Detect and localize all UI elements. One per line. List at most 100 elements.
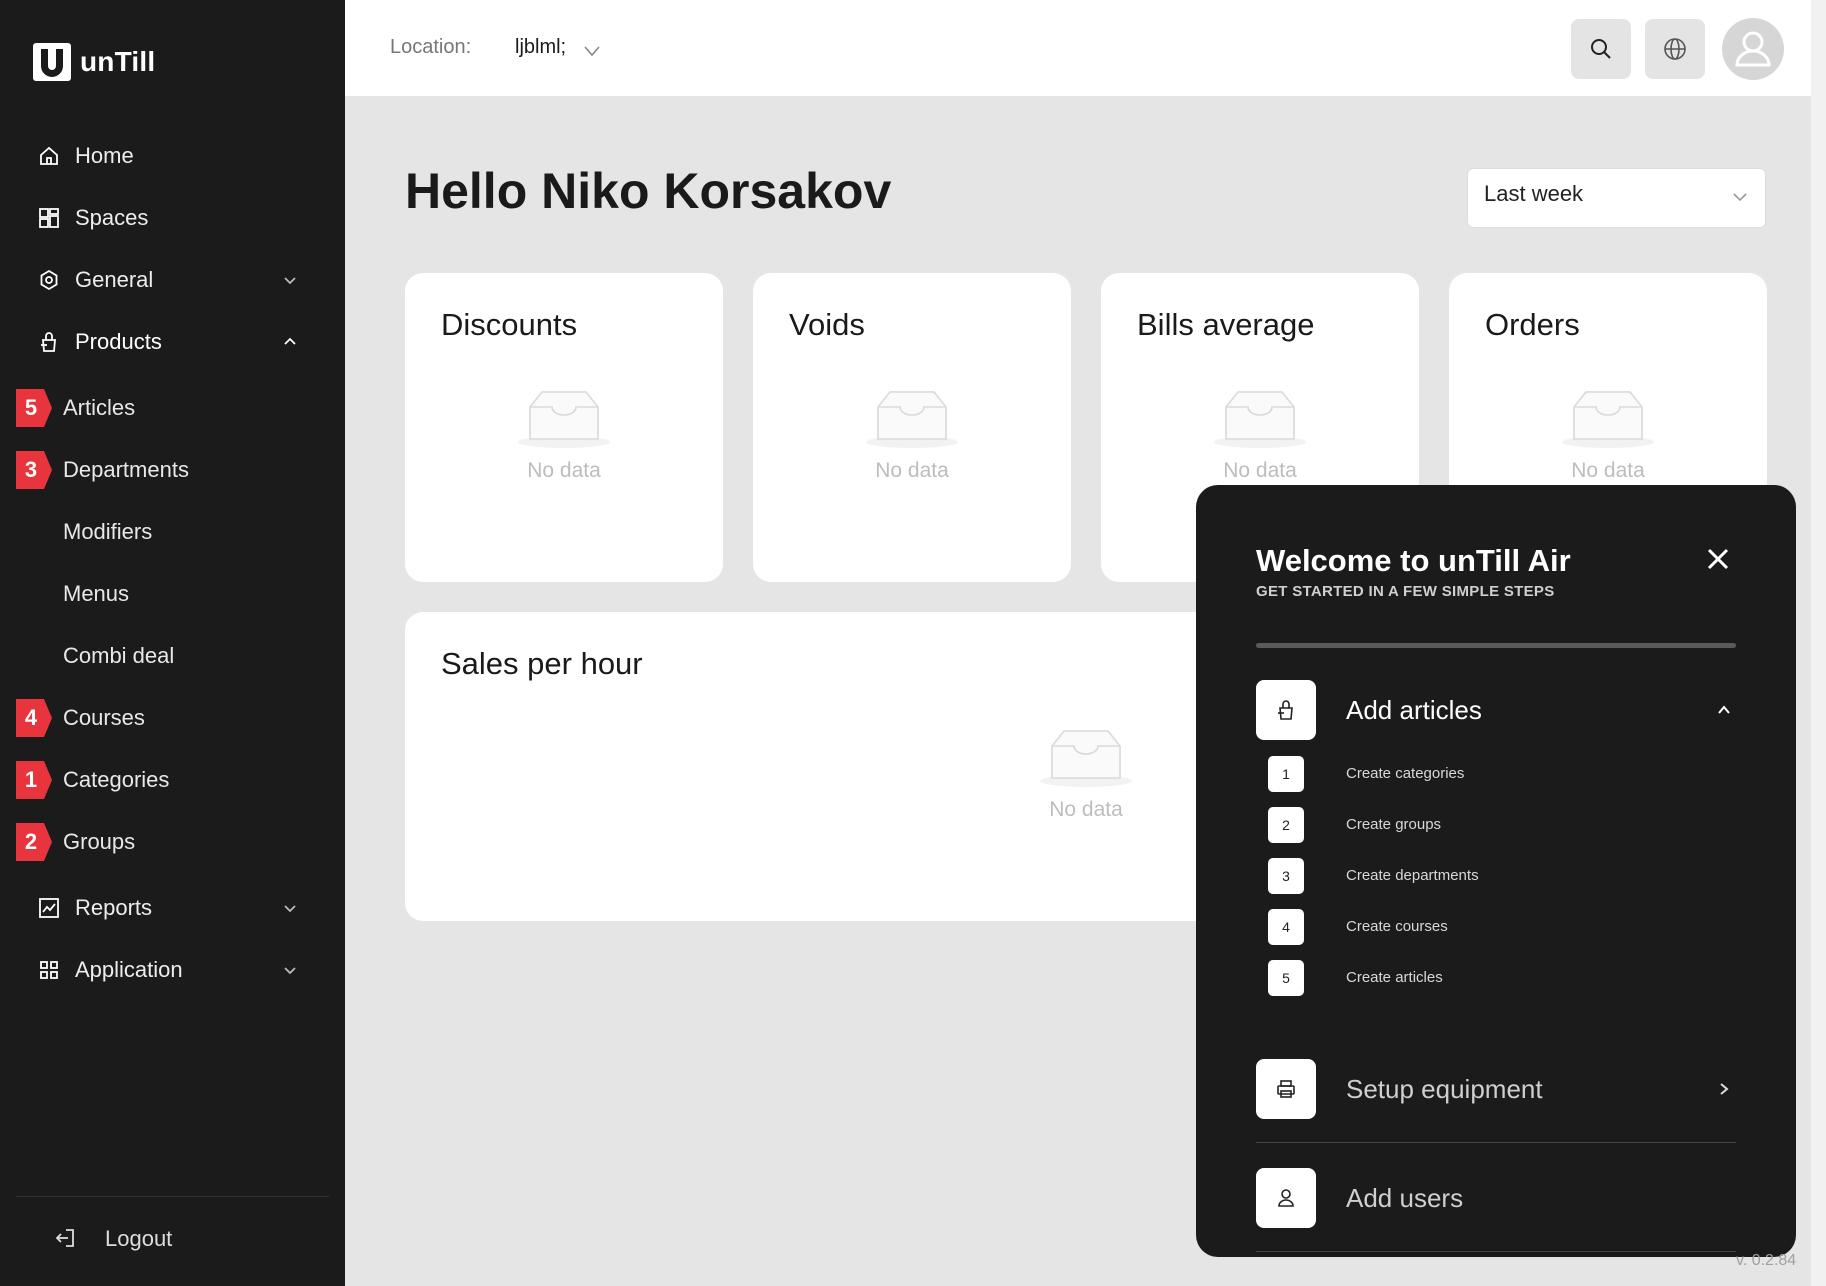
brand-name: unTill: [80, 46, 156, 77]
period-select[interactable]: Last week: [1467, 168, 1766, 228]
sidebar-subitem-courses[interactable]: 4 Courses: [0, 690, 345, 746]
sidebar-subitem-modifiers[interactable]: Modifiers: [0, 504, 345, 560]
chevron-down-icon: [284, 905, 296, 913]
logout-button[interactable]: Logout: [0, 1210, 345, 1266]
card-title: Orders: [1485, 307, 1580, 342]
sidebar-item-spaces[interactable]: Spaces: [0, 190, 345, 246]
empty-state: No data: [1200, 389, 1320, 483]
empty-state: No data: [852, 389, 972, 483]
search-icon: [1591, 39, 1611, 59]
chevron-right-icon: [1720, 1083, 1729, 1095]
step-divider: [1256, 1251, 1736, 1252]
substep-number: 1: [1268, 756, 1304, 792]
discounts-card: Discounts No data: [405, 273, 723, 582]
sidebar-item-label: Spaces: [75, 205, 149, 230]
user-avatar[interactable]: [1722, 18, 1784, 80]
top-bar: Location: ljblml;: [345, 0, 1826, 96]
step-add-articles[interactable]: Add articles: [1256, 680, 1736, 740]
step-setup-equipment[interactable]: Setup equipment: [1256, 1059, 1736, 1119]
step-label: Add articles: [1346, 695, 1482, 725]
sidebar-item-products[interactable]: Products: [0, 314, 345, 370]
substep-label: Create departments: [1346, 867, 1479, 884]
search-button[interactable]: [1571, 19, 1631, 79]
close-icon[interactable]: [1704, 545, 1732, 573]
empty-inbox-icon: [1040, 730, 1132, 787]
sidebar-subitem-label: Categories: [63, 767, 170, 792]
printer-icon: [1277, 1080, 1295, 1098]
empty-inbox-icon: [866, 391, 958, 448]
sidebar-subitem-label: Courses: [63, 705, 145, 730]
no-data-label: No data: [1049, 798, 1123, 821]
sidebar-item-label: General: [75, 267, 154, 292]
logout-label: Logout: [105, 1226, 173, 1251]
sidebar-subitem-articles[interactable]: 5 Articles: [0, 380, 345, 436]
empty-inbox-icon: [518, 391, 610, 448]
general-icon: [40, 269, 58, 291]
sidebar-item-general[interactable]: General: [0, 252, 345, 308]
onboarding-panel: Welcome to unTill Air GET STARTED IN A F…: [1196, 485, 1796, 1257]
onboarding-subtitle: GET STARTED IN A FEW SIMPLE STEPS: [1256, 583, 1555, 600]
location-select[interactable]: ljblml;: [515, 36, 566, 59]
step-add-users[interactable]: Add users: [1256, 1168, 1736, 1228]
logout-icon: [55, 1229, 74, 1247]
sidebar-item-reports[interactable]: Reports: [0, 880, 345, 936]
sidebar-item-home[interactable]: Home: [0, 128, 345, 184]
step-label: Setup equipment: [1346, 1074, 1543, 1104]
sidebar-subitem-label: Departments: [63, 457, 189, 482]
page-scrollbar[interactable]: [1811, 0, 1826, 1286]
onboarding-title: Welcome to unTill Air: [1256, 543, 1571, 578]
step-label: Add users: [1346, 1183, 1464, 1213]
substep-create-groups[interactable]: 2 Create groups: [1268, 807, 1668, 843]
substep-create-courses[interactable]: 4 Create courses: [1268, 909, 1668, 945]
card-title: Voids: [789, 307, 865, 342]
sidebar-subitem-label: Articles: [63, 395, 136, 420]
location-label: Location:: [390, 36, 472, 58]
globe-icon: [1664, 38, 1686, 60]
substep-label: Create groups: [1346, 816, 1442, 833]
sidebar-item-label: Reports: [75, 895, 153, 920]
untill-logo-icon: [33, 43, 71, 81]
substep-label: Create courses: [1346, 918, 1448, 935]
app-version: v. 0.2.84: [1736, 1252, 1797, 1269]
sidebar-divider: [16, 1196, 329, 1197]
step-badge: 1: [16, 761, 52, 799]
spaces-icon: [39, 208, 59, 228]
step-badge: 2: [16, 823, 52, 861]
step-badge: 4: [16, 699, 52, 737]
no-data-label: No data: [1223, 459, 1297, 482]
substep-number: 4: [1268, 909, 1304, 945]
substep-number: 3: [1268, 858, 1304, 894]
substep-create-articles[interactable]: 5 Create articles: [1268, 960, 1668, 996]
sidebar-subitem-departments[interactable]: 3 Departments: [0, 442, 345, 498]
step-badge: 5: [16, 389, 52, 427]
sidebar-item-application[interactable]: Application: [0, 942, 345, 998]
home-icon: [40, 146, 58, 165]
sidebar-subitem-combi-deal[interactable]: Combi deal: [0, 628, 345, 684]
empty-state: No data: [504, 389, 624, 483]
reports-icon: [39, 898, 59, 918]
sidebar-subitem-label: Modifiers: [63, 519, 153, 544]
step-divider: [1256, 1142, 1736, 1143]
step-badge: 3: [16, 451, 52, 489]
sidebar-subitem-label: Menus: [63, 581, 130, 606]
chevron-down-icon[interactable]: [583, 44, 601, 58]
brand-logo[interactable]: unTill: [32, 42, 155, 82]
no-data-label: No data: [527, 459, 601, 482]
sidebar-subitem-categories[interactable]: 1 Categories: [0, 752, 345, 808]
sidebar-subitem-groups[interactable]: 2 Groups: [0, 814, 345, 870]
card-title: Bills average: [1137, 307, 1315, 342]
chevron-down-icon: [284, 277, 296, 285]
card-title: Discounts: [441, 307, 578, 342]
step-icon-box: [1256, 1059, 1316, 1119]
products-icon: [1278, 700, 1293, 720]
sidebar-subitem-menus[interactable]: Menus: [0, 566, 345, 622]
application-icon: [40, 961, 58, 979]
substep-create-categories[interactable]: 1 Create categories: [1268, 756, 1668, 792]
language-button[interactable]: [1645, 19, 1705, 79]
chevron-down-icon: [284, 967, 296, 975]
user-icon: [1735, 31, 1771, 67]
substep-create-departments[interactable]: 3 Create departments: [1268, 858, 1668, 894]
onboarding-progress-bar: [1256, 643, 1736, 648]
sidebar: unTill Home Spaces General Products 5 Ar…: [0, 0, 345, 1286]
substep-number: 2: [1268, 807, 1304, 843]
